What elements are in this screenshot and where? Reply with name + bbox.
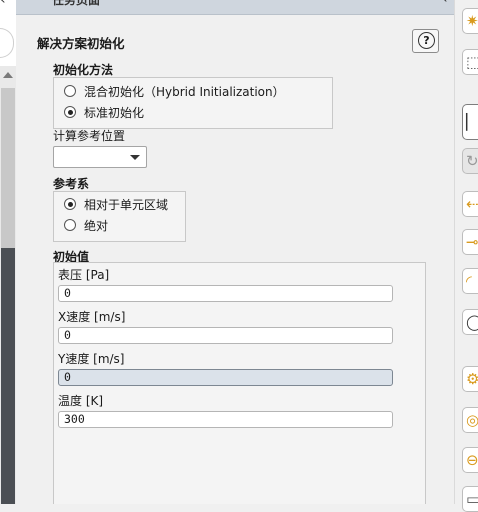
radio-label: 混合初始化（Hybrid Initialization） [84, 84, 285, 99]
curve-tool-button[interactable]: ◜ [462, 268, 478, 294]
task-page-titlebar: 任务页面 ‹ [16, 0, 454, 15]
settings-icon: ⚙ [466, 369, 478, 389]
layout-tool-button[interactable]: ▏ [462, 104, 478, 140]
help-icon: ? [418, 32, 435, 49]
y-velocity-label: Y速度 [m/s] [58, 352, 125, 366]
arrow-left-tool-button[interactable]: ⇠ [462, 191, 478, 217]
tool-icon: ▭ [466, 489, 478, 509]
left-scrollbar-track[interactable] [1, 88, 15, 248]
arrow-right-tool-button[interactable]: ⊸ [462, 229, 478, 255]
help-button[interactable]: ? [412, 29, 439, 53]
refresh-tool-button[interactable]: ↻ [462, 148, 478, 174]
refresh-icon: ↻ [466, 152, 478, 170]
reference-location-dropdown[interactable] [53, 146, 147, 168]
left-scrollbar-thumb[interactable] [1, 248, 15, 504]
scroll-up-arrow-icon[interactable] [3, 72, 13, 78]
radio-button[interactable] [64, 219, 76, 231]
minus-tool-button[interactable]: ⊖ [462, 447, 478, 473]
titlebar-title: 任务页面 [52, 0, 101, 7]
x-velocity-input[interactable]: 0 [58, 327, 393, 344]
gauge-pressure-label: 表压 [Pa] [58, 268, 110, 282]
y-velocity-input[interactable]: 0 [58, 369, 393, 386]
radio-label: 绝对 [84, 218, 109, 233]
page-title: 解决方案初始化 [37, 36, 125, 51]
chevron-left-icon[interactable]: ‹ [442, 0, 448, 7]
extra-tool-button[interactable]: ▭ [462, 486, 478, 512]
radio-button[interactable] [64, 85, 76, 97]
arrow-right-icon: ⊸ [466, 233, 478, 251]
init-method-group: 混合初始化（Hybrid Initialization） 标准初始化 [53, 77, 333, 129]
radio-button[interactable] [64, 106, 76, 118]
gear-icon: ✷ [466, 12, 478, 30]
chevron-left-icon[interactable]: ‹ [0, 0, 16, 10]
circle-icon: ◯ [466, 312, 478, 332]
gauge-pressure-input[interactable]: 0 [58, 285, 393, 302]
radio-button[interactable] [64, 198, 76, 210]
circle-tool-button[interactable]: ◯ [462, 309, 478, 335]
minus-icon: ⊖ [466, 451, 478, 469]
radio-label: 标准初始化 [84, 105, 145, 120]
target-icon: ◎ [466, 411, 478, 429]
cube-tool-button[interactable]: ⬚ [462, 49, 478, 75]
radio-absolute[interactable]: 绝对 [64, 215, 108, 235]
chevron-down-icon[interactable] [130, 155, 140, 160]
radio-relative-cell-zone[interactable]: 相对于单元区域 [64, 194, 168, 214]
curve-icon: ◜ [466, 272, 472, 290]
init-method-title: 初始化方法 [53, 63, 114, 77]
temperature-label: 温度 [K] [58, 394, 104, 408]
cube-icon: ⬚ [466, 52, 478, 72]
arrow-left-icon: ⇠ [466, 195, 478, 213]
gear-tool-button[interactable]: ✷ [462, 8, 478, 34]
radio-standard-init[interactable]: 标准初始化 [64, 102, 144, 122]
reference-frame-group: 相对于单元区域 绝对 [53, 191, 186, 242]
radio-label: 相对于单元区域 [84, 197, 169, 212]
initial-values-group: 表压 [Pa] 0 X速度 [m/s] 0 Y速度 [m/s] 0 温度 [K]… [53, 262, 426, 504]
target-tool-button[interactable]: ◎ [462, 407, 478, 433]
temperature-input[interactable]: 300 [58, 411, 393, 428]
layout-icon: ▏ [466, 113, 478, 131]
reference-frame-title: 参考系 [53, 177, 90, 191]
radio-hybrid-init[interactable]: 混合初始化（Hybrid Initialization） [64, 81, 285, 101]
x-velocity-label: X速度 [m/s] [58, 310, 126, 324]
settings-tool-button[interactable]: ⚙ [462, 366, 478, 392]
reference-location-label: 计算参考位置 [53, 129, 126, 143]
